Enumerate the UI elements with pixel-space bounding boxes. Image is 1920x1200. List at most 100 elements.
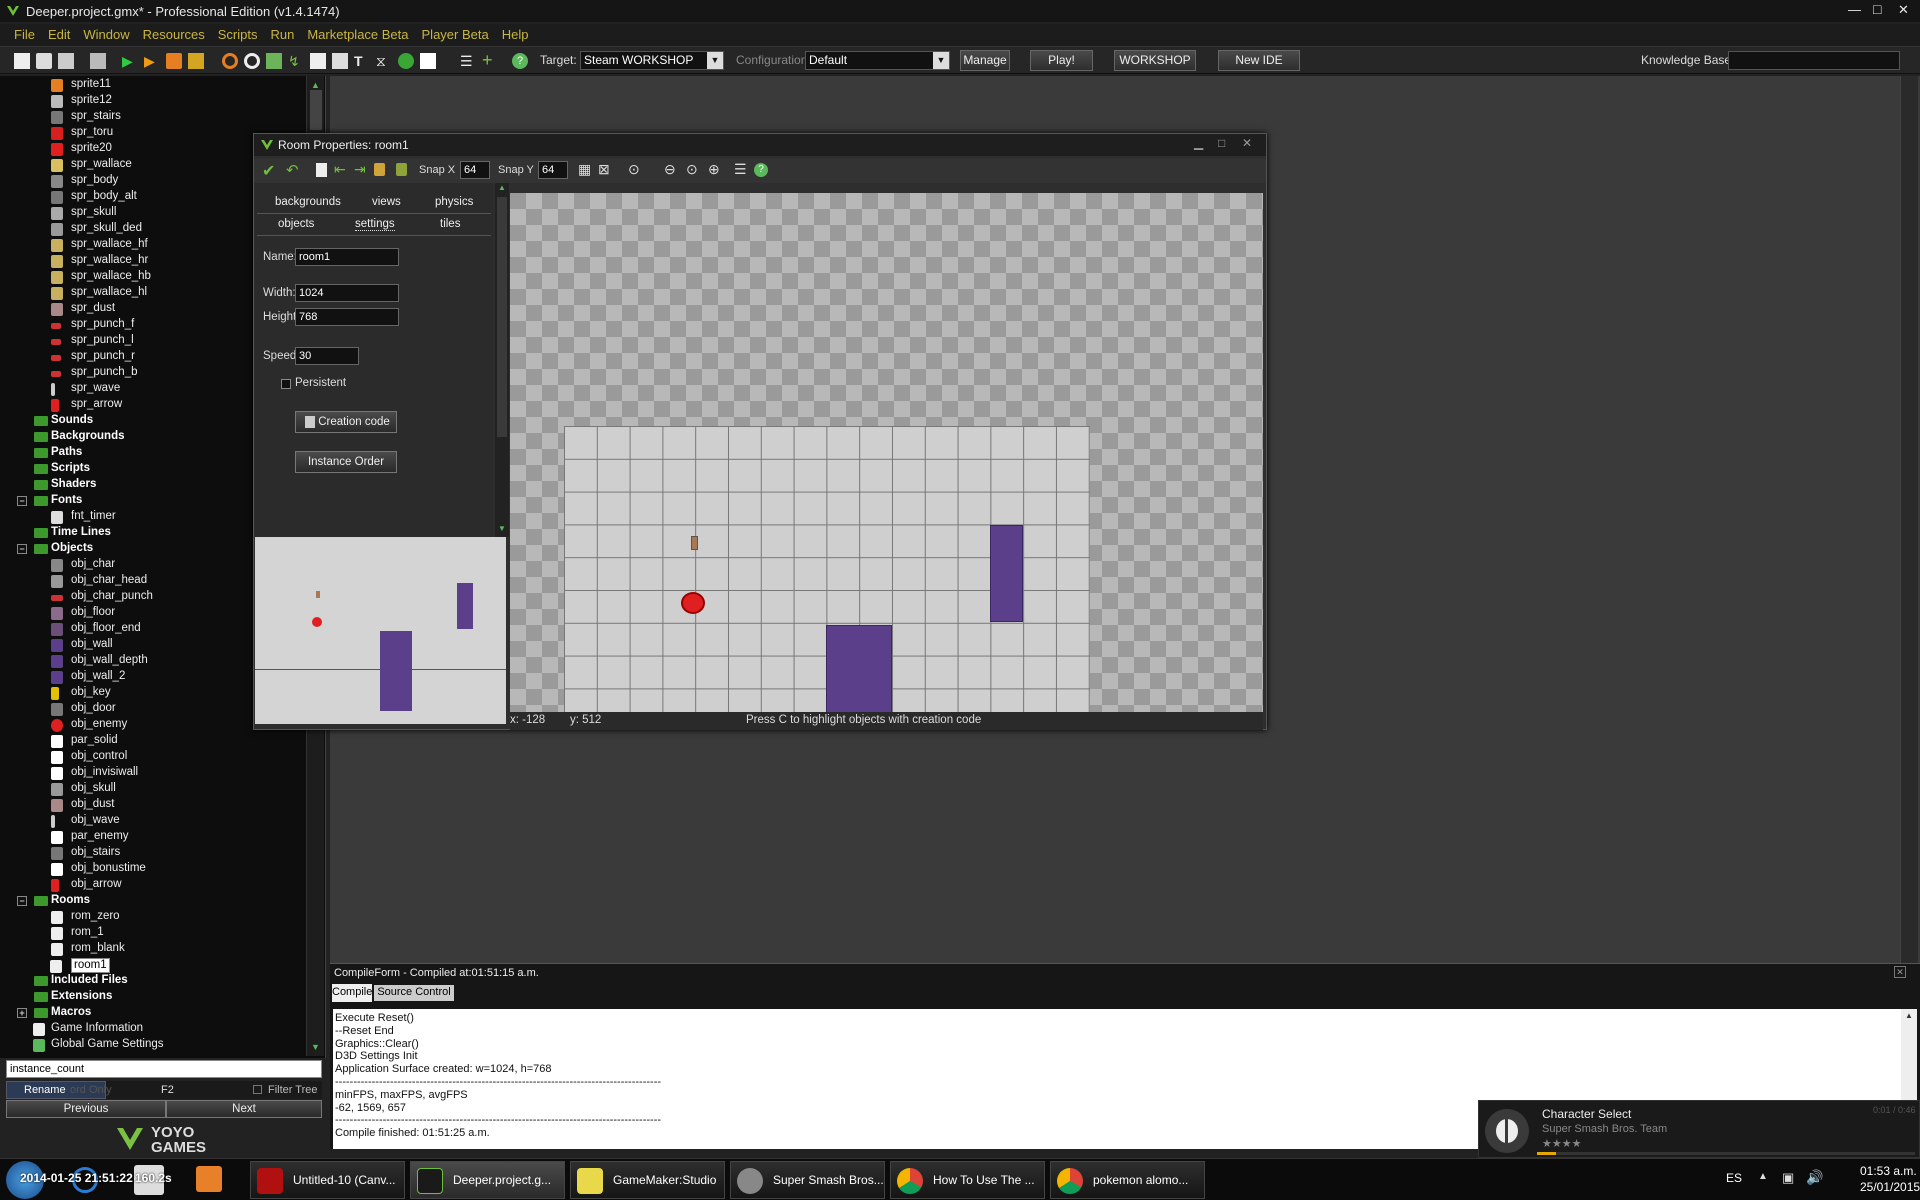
next-button[interactable]: Next (166, 1100, 322, 1118)
tree-group-timelines[interactable]: Time Lines (34, 526, 111, 541)
collapse-icon[interactable]: − (17, 496, 27, 506)
tab-views[interactable]: views (372, 196, 401, 208)
tree-item[interactable]: spr_wallace (51, 158, 132, 173)
search-input[interactable]: instance_count (6, 1060, 322, 1078)
tree-item[interactable]: obj_char_head (51, 574, 147, 589)
close-button[interactable]: ✕ (1898, 2, 1909, 18)
compile-close-button[interactable]: ✕ (1894, 966, 1906, 978)
clock-time[interactable]: 01:53 a.m. (1860, 1164, 1917, 1178)
menu-help[interactable]: Help (502, 27, 529, 42)
tab-compile[interactable]: Compile (332, 984, 372, 1002)
font-icon[interactable]: T (354, 53, 370, 69)
isometric-grid-icon[interactable]: ⊠ (598, 161, 610, 178)
zoom-reset-icon[interactable]: ⊙ (686, 161, 698, 178)
collapse-icon[interactable]: − (17, 544, 27, 554)
run-icon[interactable]: ▶ (122, 53, 138, 69)
debug-icon[interactable]: ▶ (144, 53, 160, 69)
tray-expand-icon[interactable]: ▲ (1758, 1171, 1768, 1182)
tree-group-rooms[interactable]: − Rooms (17, 894, 90, 909)
room-window-titlebar[interactable]: Room Properties: room1 ▁ □ ✕ (254, 134, 1266, 156)
room-icon[interactable] (420, 53, 436, 69)
collapse-icon[interactable]: − (17, 896, 27, 906)
room-minimap[interactable] (255, 537, 506, 724)
tree-item[interactable]: spr_wave (51, 382, 120, 397)
tree-item[interactable]: spr_body_alt (51, 190, 137, 205)
tree-item[interactable]: par_solid (51, 734, 118, 749)
tree-item[interactable]: spr_wallace_hf (51, 238, 148, 253)
tree-item[interactable]: rom_blank (51, 942, 125, 957)
tree-item[interactable]: spr_dust (51, 302, 115, 317)
menu-edit[interactable]: Edit (48, 27, 70, 42)
tree-item[interactable]: obj_skull (51, 782, 116, 797)
tree-item[interactable]: spr_stairs (51, 110, 121, 125)
help-icon[interactable]: ? (754, 163, 768, 177)
volume-icon[interactable]: 🔊 (1806, 1169, 1823, 1186)
expand-icon[interactable]: + (17, 1008, 27, 1018)
sound-icon[interactable] (244, 53, 260, 69)
scroll-up-icon[interactable]: ▲ (1905, 1011, 1913, 1020)
tab-settings[interactable]: settings (355, 218, 395, 231)
tree-item[interactable]: rom_zero (51, 910, 120, 925)
extension-icon[interactable]: + (482, 51, 498, 69)
tree-item[interactable]: spr_punch_l (51, 334, 134, 349)
now-playing-notification[interactable]: Character Select Super Smash Bros. Team … (1478, 1100, 1920, 1158)
scroll-up-icon[interactable]: ▲ (311, 80, 320, 90)
script-icon[interactable] (310, 53, 326, 69)
tree-item[interactable]: obj_char_punch (51, 590, 153, 605)
snap-x-input[interactable]: 64 (460, 161, 490, 179)
tree-item[interactable]: obj_stairs (51, 846, 120, 861)
creation-code-button[interactable]: Creation code (295, 411, 397, 433)
workspace-scrollbar[interactable] (1900, 76, 1918, 964)
room-minimize-button[interactable]: ▁ (1194, 136, 1203, 150)
tree-item[interactable]: fnt_timer (51, 510, 116, 525)
media-player-icon[interactable] (196, 1166, 222, 1192)
configuration-select[interactable]: Default ▼ (805, 51, 950, 70)
taskbar-chrome-1[interactable]: How To Use The ... (890, 1161, 1045, 1199)
tab-backgrounds[interactable]: backgrounds (275, 196, 341, 208)
room-canvas[interactable] (510, 193, 1263, 712)
tab-physics[interactable]: physics (435, 196, 473, 208)
scroll-down-icon[interactable]: ▼ (498, 524, 506, 533)
wall-object[interactable] (990, 525, 1023, 622)
object-icon[interactable] (398, 53, 414, 69)
tree-item-rename-field[interactable]: room1 (50, 958, 110, 973)
tree-item[interactable]: obj_floor_end (51, 622, 141, 637)
wall-object[interactable] (826, 625, 892, 712)
filter-tree-checkbox[interactable] (253, 1085, 262, 1094)
menu-marketplace[interactable]: Marketplace Beta (307, 27, 408, 42)
taskbar-flash[interactable]: Untitled-10 (Canv... (250, 1161, 405, 1199)
tree-item[interactable]: obj_enemy (51, 718, 127, 733)
shift-right-icon[interactable]: ⇥ (354, 161, 366, 178)
tree-game-information[interactable]: Game Information (33, 1022, 143, 1037)
ok-checkmark-icon[interactable]: ✔ (262, 161, 275, 181)
help-icon[interactable]: ? (512, 53, 528, 69)
tree-item[interactable]: spr_toru (51, 126, 113, 141)
key-object[interactable] (691, 536, 698, 550)
tree-item[interactable]: spr_skull (51, 206, 116, 221)
tree-group-paths[interactable]: Paths (34, 446, 82, 461)
clear-room-icon[interactable] (316, 163, 327, 177)
tree-item[interactable]: spr_punch_r (51, 350, 135, 365)
tree-item[interactable]: obj_wall_depth (51, 654, 148, 669)
menu-scripts[interactable]: Scripts (218, 27, 258, 42)
tree-item[interactable]: sprite12 (51, 94, 112, 109)
taskbar-deeper-project[interactable]: Deeper.project.g... (410, 1161, 565, 1199)
tree-item[interactable]: obj_key (51, 686, 111, 701)
tree-item[interactable]: obj_floor (51, 606, 115, 621)
unlock-icon[interactable] (396, 163, 407, 176)
list-icon[interactable]: ☰ (734, 161, 747, 178)
tree-item[interactable]: spr_wallace_hb (51, 270, 151, 285)
tab-tiles[interactable]: tiles (440, 218, 460, 230)
room-name-input[interactable]: room1 (295, 248, 399, 266)
target-select[interactable]: Steam WORKSHOP ▼ (580, 51, 724, 70)
tree-item[interactable]: par_enemy (51, 830, 129, 845)
shift-left-icon[interactable]: ⇤ (334, 161, 346, 178)
tab-objects[interactable]: objects (278, 218, 314, 230)
tree-group-shaders[interactable]: Shaders (34, 478, 96, 493)
timeline-icon[interactable]: ⧖ (376, 53, 392, 69)
tree-group-included-files[interactable]: Included Files (34, 974, 128, 989)
language-indicator[interactable]: ES (1726, 1171, 1742, 1185)
tree-item[interactable]: spr_wallace_hr (51, 254, 148, 269)
tree-item[interactable]: spr_punch_f (51, 318, 134, 333)
tree-group-macros[interactable]: + Macros (17, 1006, 91, 1021)
